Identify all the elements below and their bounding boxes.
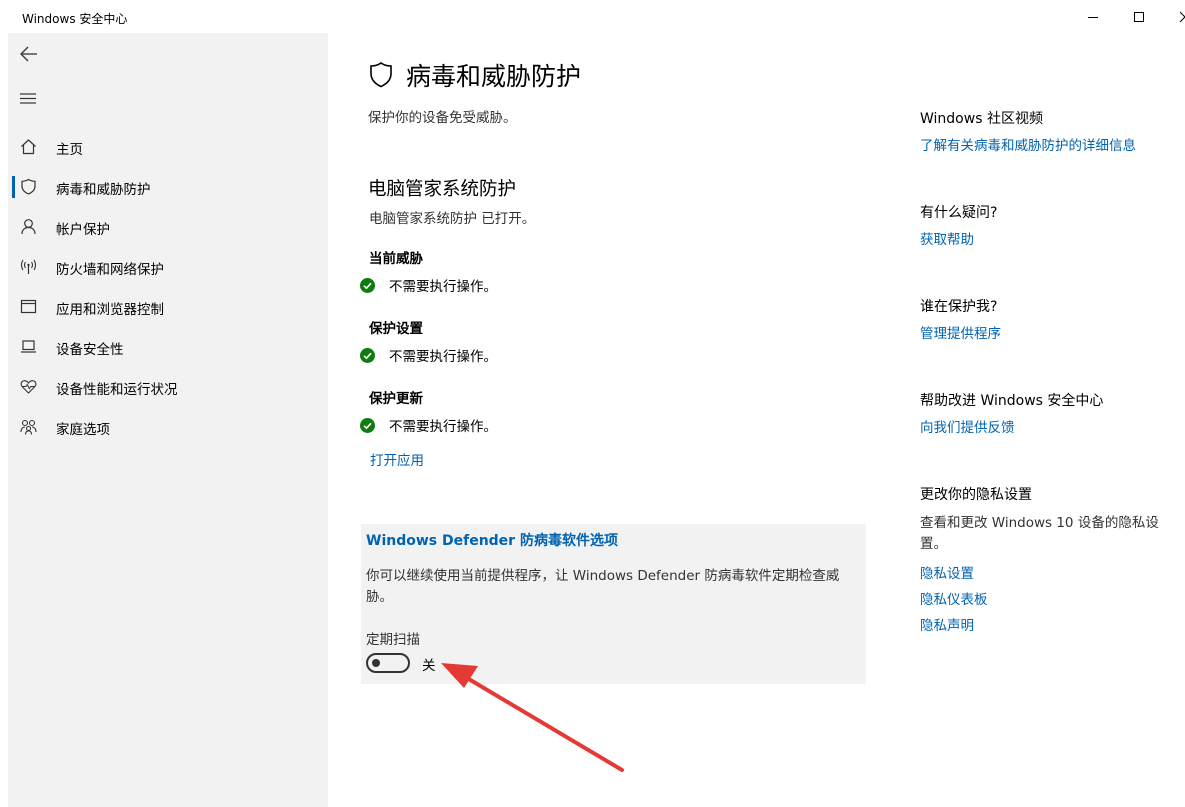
privacy-description: 查看和更改 Windows 10 设备的隐私设置。 — [920, 513, 1170, 555]
minimize-button[interactable] — [1070, 0, 1116, 33]
current-threats-status: 不需要执行操作。 — [360, 275, 497, 295]
community-videos-heading: Windows 社区视频 — [920, 108, 1043, 128]
sidebar-item-family-options[interactable]: 家庭选项 — [8, 406, 328, 446]
protection-updates-status: 不需要执行操作。 — [360, 415, 497, 435]
feedback-link[interactable]: 向我们提供反馈 — [920, 416, 1015, 436]
privacy-heading: 更改你的隐私设置 — [920, 484, 1032, 504]
sidebar-item-label: 病毒和威胁防护 — [56, 178, 151, 198]
protection-updates-heading: 保护更新 — [369, 387, 423, 407]
family-icon — [20, 418, 37, 435]
window-title: Windows 安全中心 — [22, 10, 127, 27]
sidebar-item-label: 设备安全性 — [56, 338, 124, 358]
sidebar-item-app-browser-control[interactable]: 应用和浏览器控制 — [8, 286, 328, 326]
improve-heading: 帮助改进 Windows 安全中心 — [920, 390, 1103, 410]
sidebar-item-label: 设备性能和运行状况 — [56, 378, 178, 398]
sidebar: 主页 病毒和威胁防护 帐户保护 防火墙和网络保护 应用和浏览器控制 — [8, 33, 328, 807]
sidebar-item-label: 家庭选项 — [56, 418, 110, 438]
title-bar: Windows 安全中心 — [0, 0, 1185, 33]
page-title: 病毒和威胁防护 — [406, 57, 581, 93]
back-button[interactable] — [18, 43, 40, 65]
maximize-icon — [1133, 11, 1145, 23]
privacy-settings-link[interactable]: 隐私设置 — [920, 562, 974, 582]
sidebar-item-account-protection[interactable]: 帐户保护 — [8, 206, 328, 246]
heart-pulse-icon — [20, 378, 37, 395]
sidebar-item-label: 应用和浏览器控制 — [56, 298, 164, 318]
defender-options-card: Windows Defender 防病毒软件选项 你可以继续使用当前提供程序，让… — [361, 524, 866, 684]
sidebar-item-virus-protection[interactable]: 病毒和威胁防护 — [8, 166, 328, 206]
menu-button[interactable] — [20, 91, 38, 105]
browser-window-icon — [20, 298, 37, 315]
status-text: 不需要执行操作。 — [389, 275, 497, 295]
provider-status: 电脑管家系统防护 已打开。 — [369, 207, 535, 227]
defender-card-description: 你可以继续使用当前提供程序，让 Windows Defender 防病毒软件定期… — [366, 566, 866, 608]
protector-heading: 谁在保护我? — [920, 296, 997, 316]
laptop-icon — [20, 338, 37, 355]
manage-providers-link[interactable]: 管理提供程序 — [920, 322, 1001, 342]
check-circle-icon — [360, 278, 375, 293]
close-icon — [1179, 11, 1185, 23]
periodic-scan-toggle[interactable] — [366, 653, 410, 673]
provider-section-title: 电脑管家系统防护 — [368, 175, 516, 201]
sidebar-item-home[interactable]: 主页 — [8, 126, 328, 166]
open-app-link[interactable]: 打开应用 — [370, 449, 424, 469]
privacy-statement-link[interactable]: 隐私声明 — [920, 614, 974, 634]
hamburger-icon — [20, 92, 38, 106]
sidebar-item-device-security[interactable]: 设备安全性 — [8, 326, 328, 366]
sidebar-item-label: 主页 — [56, 138, 83, 158]
sidebar-item-label: 防火墙和网络保护 — [56, 258, 164, 278]
status-text: 不需要执行操作。 — [389, 345, 497, 365]
shield-icon — [20, 178, 37, 195]
protection-settings-status: 不需要执行操作。 — [360, 345, 497, 365]
get-help-link[interactable]: 获取帮助 — [920, 228, 974, 248]
close-button[interactable] — [1162, 0, 1185, 33]
toggle-knob — [372, 659, 380, 667]
home-icon — [20, 138, 37, 155]
main-content: 病毒和威胁防护 保护你的设备免受威胁。 电脑管家系统防护 电脑管家系统防护 已打… — [328, 33, 1185, 807]
sidebar-item-label: 帐户保护 — [56, 218, 110, 238]
status-text: 不需要执行操作。 — [389, 415, 497, 435]
learn-more-link[interactable]: 了解有关病毒和威胁防护的详细信息 — [920, 134, 1136, 154]
minimize-icon — [1087, 11, 1099, 23]
person-icon — [20, 218, 37, 235]
maximize-button[interactable] — [1116, 0, 1162, 33]
check-circle-icon — [360, 348, 375, 363]
defender-card-title[interactable]: Windows Defender 防病毒软件选项 — [366, 530, 618, 550]
shield-icon — [368, 61, 394, 89]
page-header: 病毒和威胁防护 — [368, 59, 581, 91]
sidebar-item-firewall[interactable]: 防火墙和网络保护 — [8, 246, 328, 286]
toggle-state-label: 关 — [422, 654, 436, 674]
wifi-antenna-icon — [20, 258, 37, 275]
protection-settings-heading: 保护设置 — [369, 317, 423, 337]
privacy-dashboard-link[interactable]: 隐私仪表板 — [920, 588, 988, 608]
current-threats-heading: 当前威胁 — [369, 247, 423, 267]
question-heading: 有什么疑问? — [920, 202, 997, 222]
back-arrow-icon — [18, 43, 40, 65]
page-subtitle: 保护你的设备免受威胁。 — [368, 106, 517, 126]
right-panel: Windows 社区视频 了解有关病毒和威胁防护的详细信息 有什么疑问? 获取帮… — [920, 33, 1185, 807]
sidebar-item-device-health[interactable]: 设备性能和运行状况 — [8, 366, 328, 406]
periodic-scan-label: 定期扫描 — [366, 628, 420, 648]
check-circle-icon — [360, 418, 375, 433]
